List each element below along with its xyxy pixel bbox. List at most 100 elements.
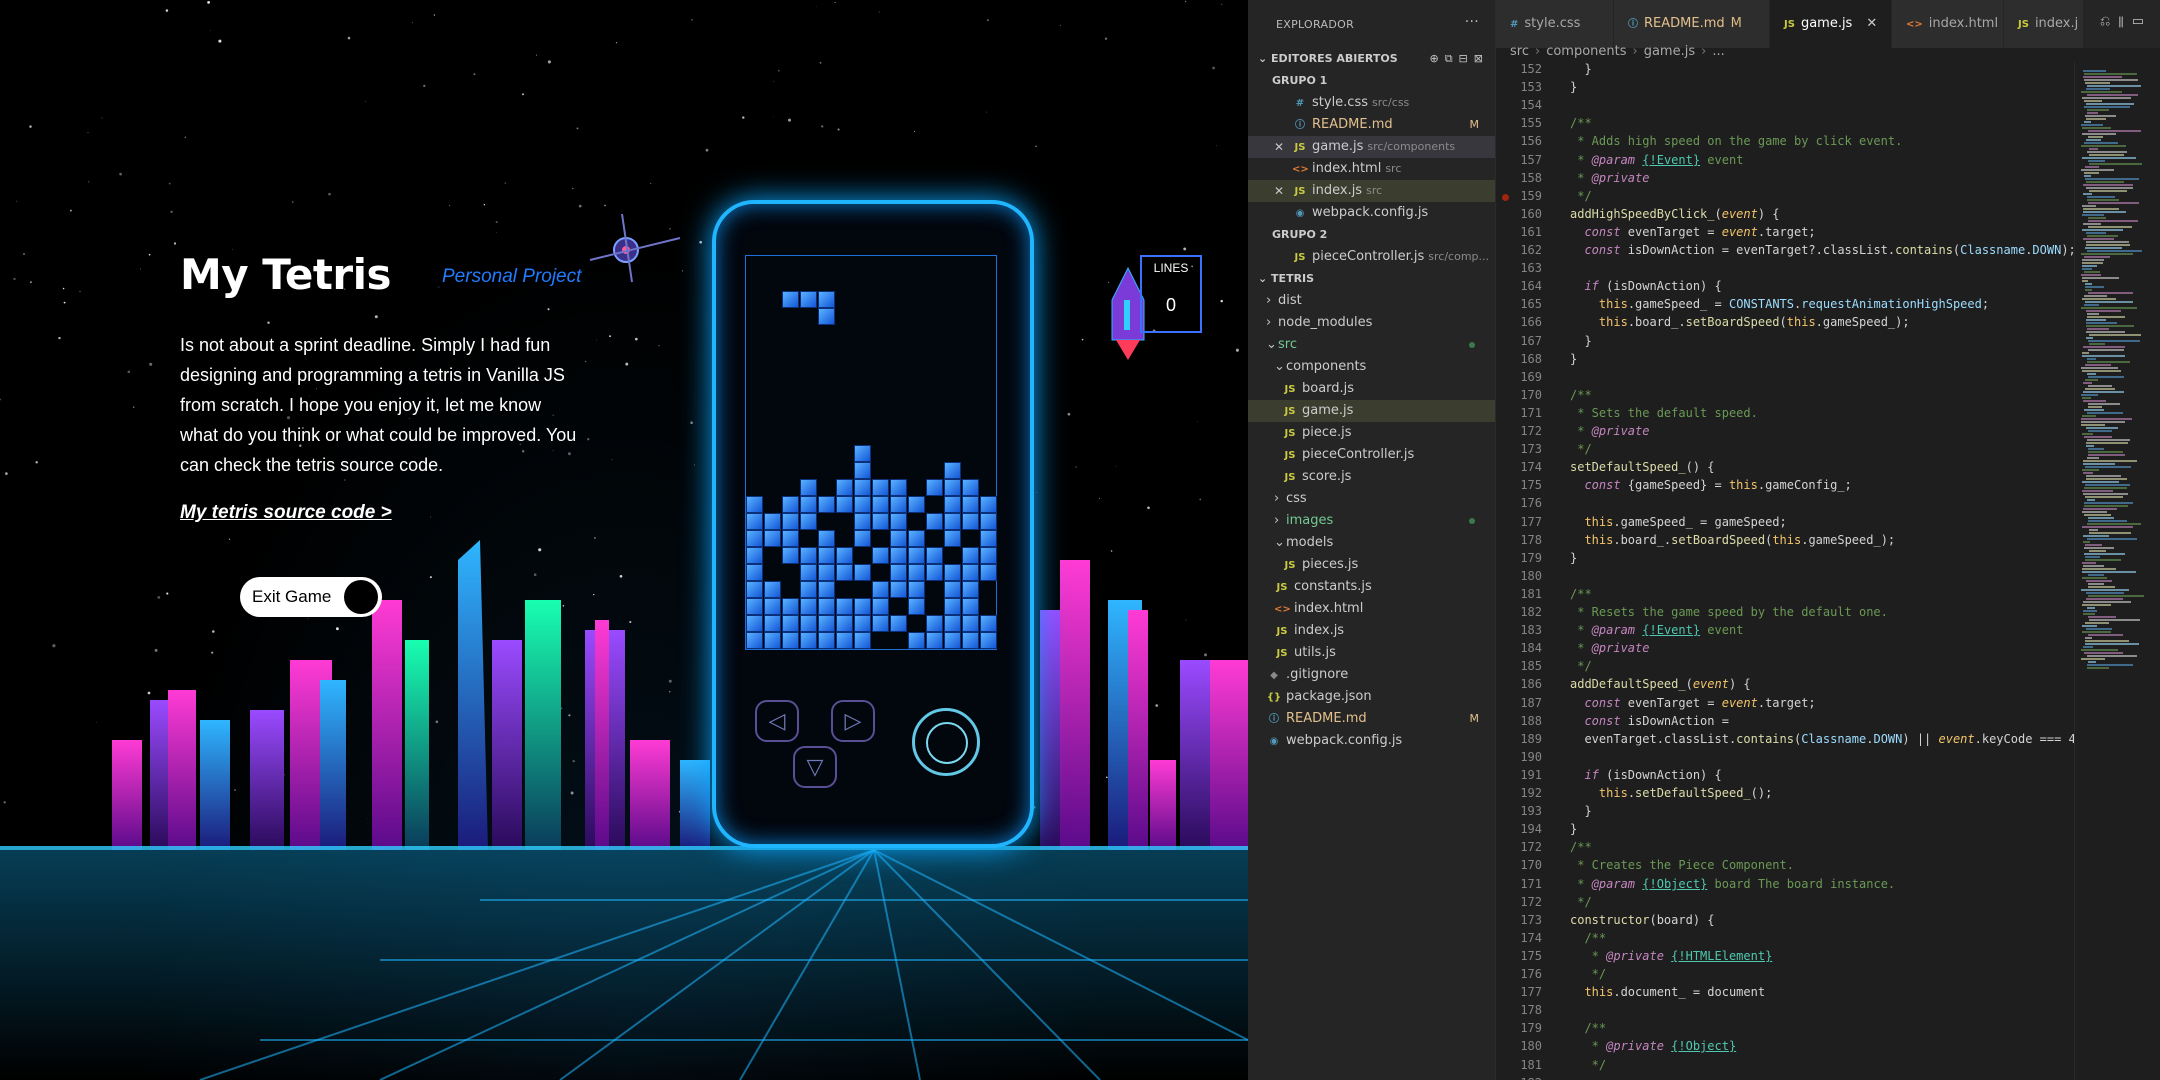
tree-item[interactable]: › node_modules: [1248, 312, 1495, 334]
minimap-line: [2082, 97, 2131, 99]
minimap-line: [2082, 229, 2123, 231]
tree-item[interactable]: ⓘ README.md M: [1248, 708, 1495, 730]
project-section[interactable]: ⌄ TETRIS: [1248, 268, 1495, 290]
tree-item[interactable]: ◆ .gitignore: [1248, 664, 1495, 686]
open-editor-item[interactable]: ◉ webpack.config.js: [1248, 202, 1495, 224]
tree-item-label: node_modules: [1278, 315, 1373, 330]
tree-item[interactable]: ⌄components: [1248, 356, 1495, 378]
minimap-line: [2087, 109, 2109, 111]
board-cell: [746, 581, 763, 598]
chevron-right-icon: ›: [1534, 44, 1541, 59]
line-number: 181: [1520, 587, 1542, 601]
line-number: 194: [1520, 822, 1542, 836]
tree-item-label: game.js: [1302, 403, 1354, 418]
close-icon[interactable]: ✕: [1274, 136, 1284, 158]
minimap-line: [2088, 340, 2140, 342]
tree-item-label: models: [1286, 535, 1334, 550]
rotate-button[interactable]: [912, 708, 980, 776]
tree-item[interactable]: {} package.json: [1248, 686, 1495, 708]
editor-tab[interactable]: <> index.html: [1892, 0, 2004, 48]
minimap-line: [2085, 643, 2139, 645]
tree-item[interactable]: JS pieces.js: [1248, 554, 1495, 576]
board-cell: [854, 598, 871, 615]
minimap-line: [2082, 568, 2116, 570]
minimap-line: [2081, 421, 2125, 423]
minimap[interactable]: [2074, 62, 2150, 1080]
more-actions-icon[interactable]: ···: [1465, 14, 1479, 30]
open-editor-item[interactable]: ✕ JS game.js src/components: [1248, 136, 1495, 158]
code-area[interactable]: 152 } 153} 154 155 /** 156 * Adds high speed …: [1496, 62, 2074, 1080]
open-editors-actions[interactable]: ⊕⧉⊟⊠: [1429, 48, 1489, 70]
open-editor-name: index.html: [1312, 161, 1382, 176]
code-line: }: [1570, 334, 1592, 348]
code-line: this.board_.setBoardSpeed(this.gameSpeed…: [1598, 315, 1910, 329]
minimap-line: [2088, 517, 2114, 519]
close-icon[interactable]: ✕: [1866, 16, 1877, 31]
code-line: /**: [1570, 840, 1592, 854]
right-arrow-button[interactable]: ▷: [831, 700, 875, 742]
minimap-line: [2081, 394, 2098, 396]
tree-item[interactable]: JS board.js: [1248, 378, 1495, 400]
open-editor-name: README.md: [1312, 117, 1393, 132]
tree-item[interactable]: JS game.js: [1248, 400, 1495, 422]
board-cell: [908, 530, 925, 547]
breadcrumb-item[interactable]: ...: [1712, 44, 1724, 59]
minimap-line: [2082, 355, 2125, 357]
editor-tab[interactable]: # style.css: [1496, 0, 1614, 48]
tree-item[interactable]: JS score.js: [1248, 466, 1495, 488]
exit-game-toggle[interactable]: Exit Game: [240, 577, 382, 617]
minimap-line: [2084, 142, 2118, 144]
tree-item[interactable]: › dist: [1248, 290, 1495, 312]
minimap-line: [2085, 640, 2129, 642]
tree-item[interactable]: ⌄src: [1248, 334, 1495, 356]
tree-item[interactable]: JS utils.js: [1248, 642, 1495, 664]
breakpoint-icon[interactable]: [1502, 194, 1509, 201]
down-arrow-button[interactable]: ▽: [793, 746, 837, 788]
minimap-line: [2086, 478, 2127, 480]
minimap-line: [2086, 181, 2124, 183]
open-editor-item[interactable]: ✕ JS index.js src: [1248, 180, 1495, 202]
line-number: 178: [1520, 1003, 1542, 1017]
open-editor-item[interactable]: JS pieceController.js src/comp...: [1248, 246, 1495, 268]
minimap-line: [2088, 448, 2104, 450]
tree-item[interactable]: JS constants.js: [1248, 576, 1495, 598]
minimap-line: [2083, 238, 2114, 240]
code-line: const isDownAction = evenTarget?.classLi…: [1584, 243, 2074, 257]
editor-tab[interactable]: JS index.j: [2004, 0, 2084, 48]
tree-item[interactable]: <> index.html: [1248, 598, 1495, 620]
open-editor-name: game.js: [1312, 139, 1364, 154]
tree-item[interactable]: JS piece.js: [1248, 422, 1495, 444]
line-number: 169: [1520, 370, 1542, 384]
minimap-line: [2087, 328, 2109, 330]
open-editor-item[interactable]: # style.css src/css: [1248, 92, 1495, 114]
minimap-line: [2088, 376, 2124, 378]
open-editor-item[interactable]: ⓘ README.md M: [1248, 114, 1495, 136]
board-cell: [980, 496, 997, 513]
open-editor-item[interactable]: <> index.html src: [1248, 158, 1495, 180]
editor-actions[interactable]: ⎌⫴▭: [2100, 14, 2152, 29]
open-editors-section[interactable]: ⌄ EDITORES ABIERTOS ⊕⧉⊟⊠: [1248, 48, 1495, 70]
source-code-link[interactable]: My tetris source code >: [180, 502, 392, 524]
board-cell: [854, 496, 871, 513]
chevron-down-icon: ⌄: [1266, 337, 1277, 352]
code-line: const evenTarget = event.target;: [1584, 696, 1816, 710]
tree-item[interactable]: › css: [1248, 488, 1495, 510]
tree-item[interactable]: JS index.js: [1248, 620, 1495, 642]
tree-item[interactable]: ⌄models: [1248, 532, 1495, 554]
tree-item[interactable]: ◉ webpack.config.js: [1248, 730, 1495, 752]
tree-item[interactable]: › images: [1248, 510, 1495, 532]
breadcrumb-item[interactable]: game.js: [1644, 44, 1695, 59]
open-editor-path: src/components: [1367, 140, 1456, 153]
tree-item[interactable]: JS pieceController.js: [1248, 444, 1495, 466]
minimap-line: [2082, 469, 2099, 471]
breadcrumb-item[interactable]: src: [1510, 44, 1529, 59]
editor-tab[interactable]: JS game.js ✕: [1770, 0, 1892, 48]
editor-tab[interactable]: ⓘ README.md M: [1614, 0, 1770, 48]
line-number: 164: [1520, 279, 1542, 293]
left-arrow-button[interactable]: ◁: [755, 700, 799, 742]
board-cell: [836, 632, 853, 649]
line-number: 163: [1520, 261, 1542, 275]
close-icon[interactable]: ✕: [1274, 180, 1284, 202]
line-number: 177: [1520, 515, 1542, 529]
breadcrumb-item[interactable]: components: [1546, 44, 1626, 59]
